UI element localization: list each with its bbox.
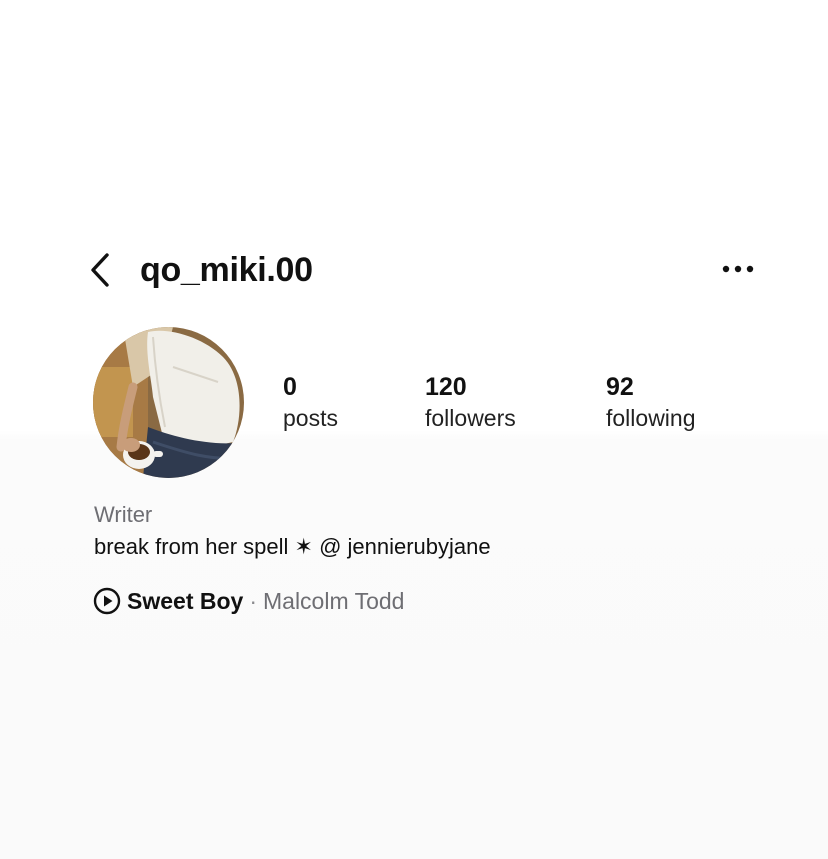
posts-count: 0 [283, 373, 297, 401]
bio-text: break from her spell ✶ @ jennierubyjane [94, 534, 491, 559]
bio-category: Writer [94, 502, 153, 527]
more-horizontal-icon [722, 265, 754, 273]
music-separator: · [249, 587, 257, 614]
music-artist: Malcolm Todd [263, 587, 405, 614]
following-count: 92 [606, 373, 634, 401]
chevron-left-icon [91, 253, 109, 287]
stat-posts[interactable]: 0 posts [283, 371, 338, 433]
username-title: qo_miki.00 [140, 251, 313, 289]
back-button[interactable] [84, 248, 116, 292]
music-title: Sweet Boy [127, 587, 244, 614]
play-circle-icon [93, 587, 121, 615]
avatar[interactable] [93, 327, 244, 478]
stat-following[interactable]: 92 following [606, 371, 696, 433]
following-label: following [606, 405, 696, 431]
profile-photo [93, 327, 244, 478]
more-options-button[interactable] [718, 254, 758, 284]
followers-label: followers [425, 405, 516, 431]
profile-music[interactable]: Sweet Boy · Malcolm Todd [93, 586, 404, 616]
stat-followers[interactable]: 120 followers [425, 371, 516, 433]
followers-count: 120 [425, 373, 467, 401]
posts-label: posts [283, 405, 338, 431]
profile-header: qo_miki.00 [0, 240, 828, 300]
